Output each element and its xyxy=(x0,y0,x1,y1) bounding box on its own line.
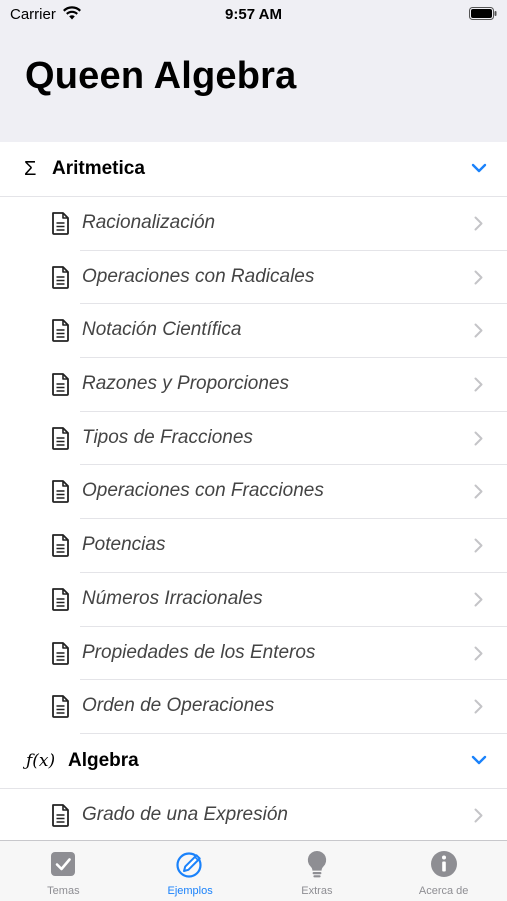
list-item[interactable]: Tipos de Fracciones xyxy=(0,411,507,466)
chevron-right-icon xyxy=(474,484,483,499)
tab-acerca-de[interactable]: Acerca de xyxy=(380,841,507,901)
chevron-right-icon xyxy=(474,699,483,714)
chevron-right-icon xyxy=(474,592,483,607)
document-icon xyxy=(52,212,69,235)
page-title: Queen Algebra xyxy=(25,55,297,97)
chevron-right-icon xyxy=(474,646,483,660)
clock: 9:57 AM xyxy=(225,6,282,23)
document-icon xyxy=(52,319,69,343)
list-item-label: Grado de una Expresión xyxy=(82,803,288,825)
pencil-circle-icon xyxy=(176,852,202,878)
list-item[interactable]: Notación Científica xyxy=(0,304,507,359)
tab-bar: Temas Ejemplos Extras Acerca de xyxy=(0,840,507,901)
info-icon xyxy=(430,851,457,877)
section-header-aritmetica[interactable]: Σ Aritmetica xyxy=(0,142,507,197)
list-item[interactable]: Operaciones con Radicales xyxy=(0,250,507,305)
tab-temas[interactable]: Temas xyxy=(0,841,127,901)
tab-label: Extras xyxy=(301,885,333,897)
tab-label: Acerca de xyxy=(418,885,469,897)
chevron-right-icon xyxy=(474,216,483,231)
list-item-label: Tipos de Fracciones xyxy=(82,426,253,448)
document-icon xyxy=(52,695,69,719)
chevron-right-icon xyxy=(474,431,483,446)
list-item[interactable]: Racionalización xyxy=(0,197,507,251)
list-item[interactable]: Números Irracionales xyxy=(0,572,507,627)
function-icon: ƒ(x) xyxy=(26,750,56,771)
list-item[interactable]: Razones y Proporciones xyxy=(0,358,507,412)
lightbulb-icon xyxy=(307,850,327,878)
section-header-algebra[interactable]: ƒ(x) Algebra xyxy=(0,733,507,789)
list-item[interactable]: Propiedades de los Enteros xyxy=(0,626,507,681)
chevron-right-icon xyxy=(474,270,483,285)
topics-list: Σ Aritmetica Racionalización Operaciones co… xyxy=(0,142,507,843)
document-icon xyxy=(52,480,69,504)
section-title: Aritmetica xyxy=(52,158,145,179)
tab-ejemplos[interactable]: Ejemplos xyxy=(127,841,254,901)
document-icon xyxy=(52,426,69,450)
battery-icon xyxy=(469,7,497,20)
list-item-label: Propiedades de los Enteros xyxy=(82,641,316,663)
list-item-label: Racionalización xyxy=(82,212,216,233)
chevron-right-icon xyxy=(474,323,483,338)
document-icon xyxy=(52,265,69,289)
document-icon xyxy=(52,373,69,396)
list-item-label: Números Irracionales xyxy=(82,587,263,609)
tab-extras[interactable]: Extras xyxy=(254,841,381,901)
tab-label: Temas xyxy=(47,885,80,897)
list-item[interactable]: Operaciones con Fracciones xyxy=(0,465,507,520)
list-item[interactable]: Potencias xyxy=(0,519,507,573)
list-item-label: Razones y Proporciones xyxy=(82,373,289,395)
list-item[interactable]: Grado de una Expresión xyxy=(0,788,507,843)
list-item-label: Operaciones con Fracciones xyxy=(82,480,324,502)
list-item-label: Operaciones con Radicales xyxy=(82,265,315,287)
chevron-right-icon xyxy=(474,377,483,392)
chevron-down-icon[interactable] xyxy=(471,162,487,174)
sigma-icon: Σ xyxy=(24,157,37,180)
list-item[interactable]: Orden de Operaciones xyxy=(0,680,507,734)
section-title: Algebra xyxy=(68,749,139,771)
list-item-label: Potencias xyxy=(82,534,166,556)
chevron-right-icon xyxy=(474,808,483,823)
document-icon xyxy=(52,587,69,611)
list-item-label: Notación Científica xyxy=(82,319,242,341)
checkbox-icon xyxy=(51,852,76,876)
list-item-label: Orden de Operaciones xyxy=(82,695,275,717)
document-icon xyxy=(52,803,69,827)
tab-label: Ejemplos xyxy=(167,885,213,897)
document-icon xyxy=(52,534,69,558)
chevron-right-icon xyxy=(474,538,483,553)
document-icon xyxy=(52,641,69,665)
status-bar: Carrier 9:57 AM xyxy=(0,0,507,30)
chevron-down-icon[interactable] xyxy=(471,754,487,766)
